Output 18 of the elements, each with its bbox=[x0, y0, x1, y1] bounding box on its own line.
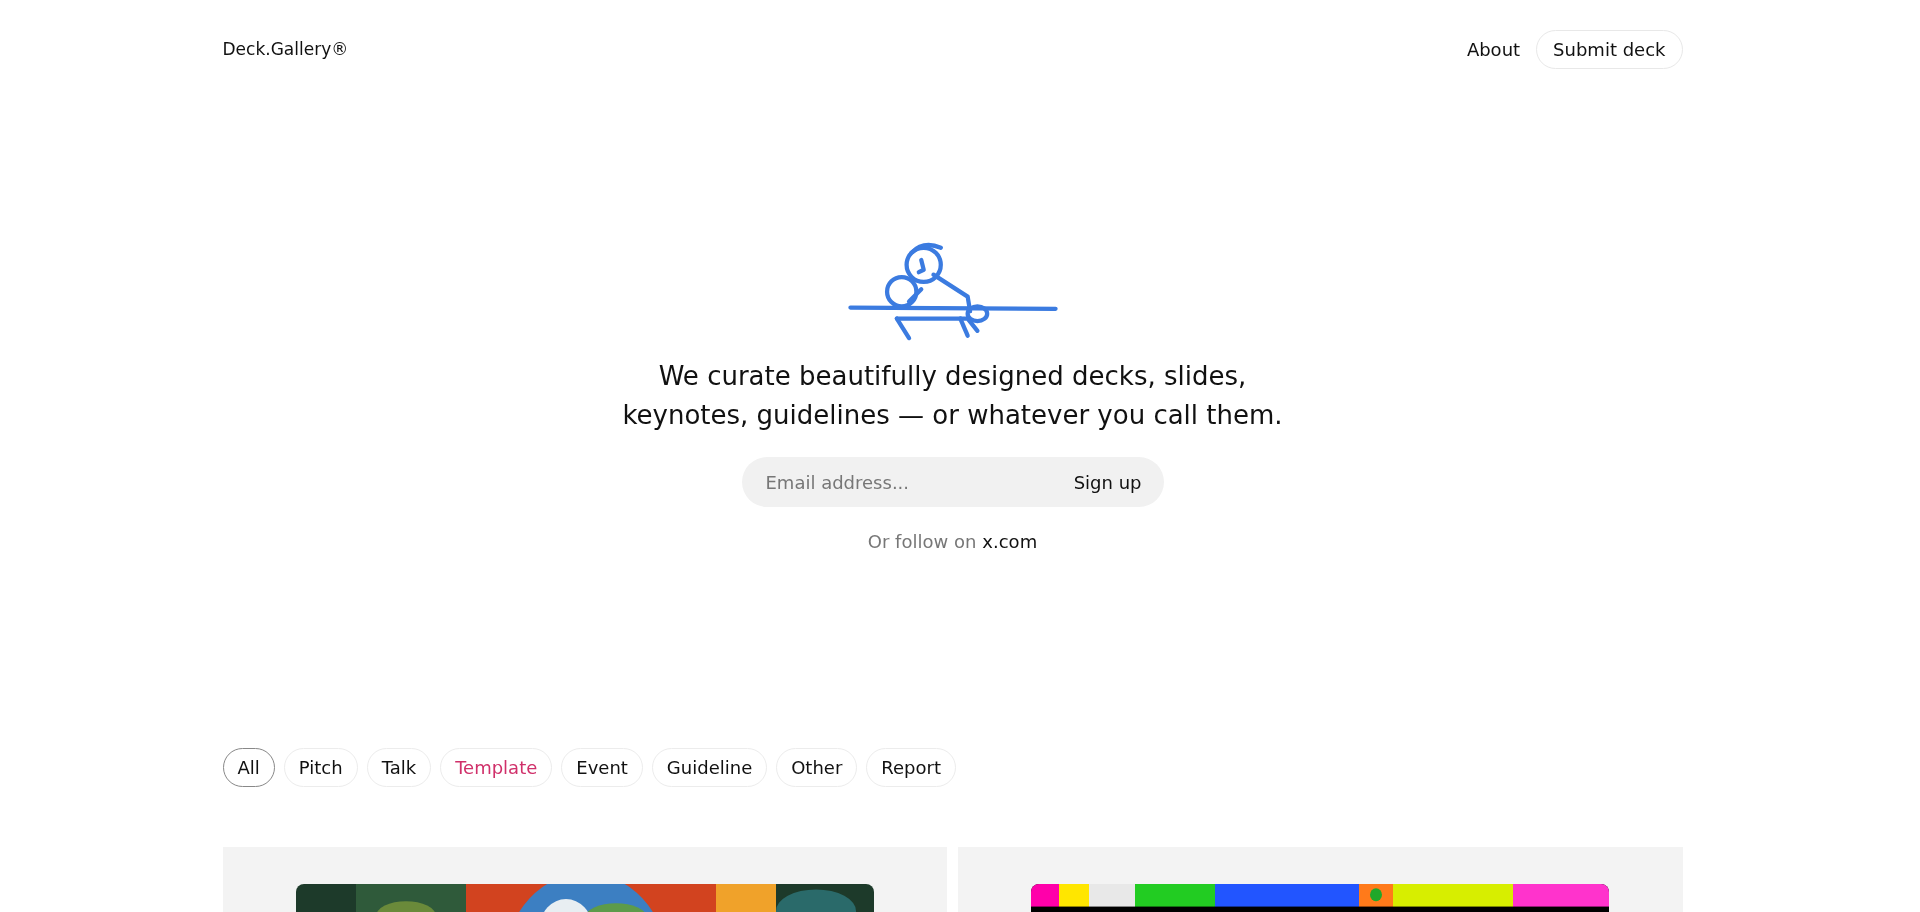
site-logo[interactable]: Deck.Gallery® bbox=[222, 39, 349, 59]
follow-text: Or follow on bbox=[867, 531, 977, 552]
filter-tab[interactable]: Guideline bbox=[651, 748, 768, 787]
filter-tab[interactable]: All bbox=[222, 748, 275, 787]
filter-tab[interactable]: Talk bbox=[366, 748, 432, 787]
deck-card[interactable] bbox=[958, 847, 1683, 912]
filter-tab[interactable]: Report bbox=[866, 748, 956, 787]
about-link[interactable]: About bbox=[1466, 38, 1521, 60]
deck-card[interactable] bbox=[222, 847, 947, 912]
headline: We curate beautifully designed decks, slides, keynotes, guidelines — or whatever you call them. bbox=[622, 360, 1283, 432]
x-link[interactable]: x.com bbox=[982, 531, 1038, 552]
filter-tab[interactable]: Event bbox=[561, 748, 643, 787]
filter-tab[interactable]: Other bbox=[776, 748, 858, 787]
submit-deck-button[interactable]: Submit deck bbox=[1536, 29, 1683, 69]
email-signup-field[interactable]: Email address... Sign up bbox=[741, 457, 1164, 507]
filter-tab[interactable]: Pitch bbox=[283, 748, 358, 787]
sign-up-button[interactable]: Sign up bbox=[1073, 471, 1142, 493]
filter-tab[interactable]: Template bbox=[440, 748, 553, 787]
